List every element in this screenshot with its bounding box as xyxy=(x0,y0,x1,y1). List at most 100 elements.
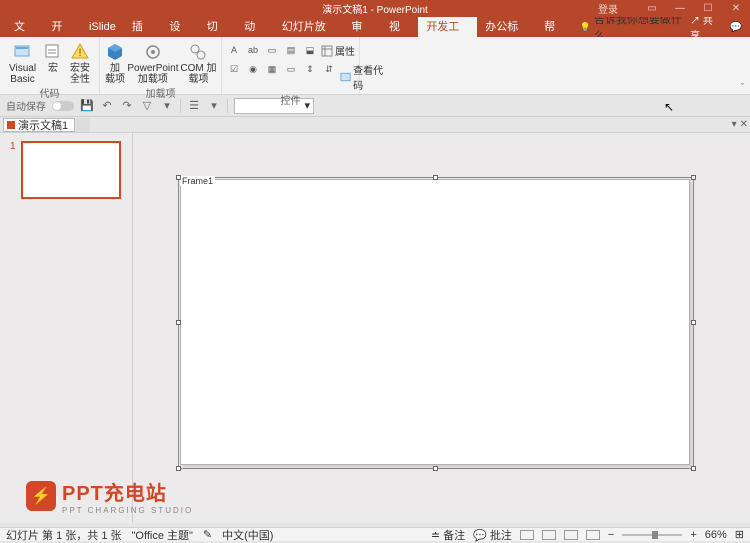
close-button[interactable]: ✕ xyxy=(722,0,750,17)
resize-handle[interactable] xyxy=(691,175,696,180)
tab-home[interactable]: 开始 xyxy=(43,17,80,37)
resize-handle[interactable] xyxy=(691,320,696,325)
doctab-dropdown-icon[interactable]: ▾ xyxy=(732,119,737,130)
title-bar: 演示文稿1 - PowerPoint 登录 ▭ — ☐ ✕ xyxy=(0,0,750,17)
status-language[interactable]: 中文(中国) xyxy=(222,527,273,543)
tab-design[interactable]: 设计 xyxy=(161,17,198,37)
tab-slideshow[interactable]: 幻灯片放映 xyxy=(274,17,344,37)
ppt-addins-button[interactable]: PowerPoint 加载项 xyxy=(128,39,178,85)
visual-basic-button[interactable]: Visual Basic xyxy=(4,39,41,85)
document-tab-label: 演示文稿1 xyxy=(18,117,68,133)
resize-handle[interactable] xyxy=(176,466,181,471)
macros-icon xyxy=(43,42,63,62)
svg-text:!: ! xyxy=(78,47,81,59)
tab-islide[interactable]: iSlide xyxy=(81,17,124,37)
com-addins-label: COM 加载项 xyxy=(180,63,217,85)
ctrl-toggle-icon[interactable]: ▦ xyxy=(264,62,280,76)
zoom-slider[interactable] xyxy=(622,534,682,536)
frame-control[interactable]: Frame1 xyxy=(178,177,694,469)
ctrl-list-icon[interactable]: ▤ xyxy=(283,43,299,57)
status-bar: 幻灯片 第 1 张，共 1 张 "Office 主题" ✎ 中文(中国) ≐ 备… xyxy=(0,527,750,541)
sorter-view-button[interactable] xyxy=(542,530,556,540)
reading-view-button[interactable] xyxy=(564,530,578,540)
properties-icon xyxy=(321,45,333,57)
properties-label: 属性 xyxy=(335,43,355,58)
normal-view-button[interactable] xyxy=(520,530,534,540)
ctrl-scroll-icon[interactable]: ⇕ xyxy=(302,62,318,76)
ctrl-checkbox-icon[interactable]: ☑ xyxy=(226,62,242,76)
comments-button[interactable]: 💬 xyxy=(730,22,742,33)
group-code-label: 代码 xyxy=(4,85,95,101)
doctab-close-icon[interactable]: ✕ xyxy=(740,119,748,130)
powerpoint-icon xyxy=(7,121,15,129)
comments-button[interactable]: 💬 批注 xyxy=(473,527,512,543)
gear-icon xyxy=(143,42,163,62)
zoom-in-button[interactable]: + xyxy=(690,529,696,541)
status-slide-info: 幻灯片 第 1 张，共 1 张 xyxy=(6,527,122,543)
zoom-level[interactable]: 66% xyxy=(705,529,727,541)
signin-button[interactable]: 登录 xyxy=(598,1,618,16)
collapse-ribbon-icon[interactable]: ˇ xyxy=(741,82,744,92)
ctrl-combo-icon[interactable]: ▭ xyxy=(264,43,280,57)
slide-panel[interactable]: 1 xyxy=(0,133,133,523)
gears-icon xyxy=(188,42,208,62)
resize-handle[interactable] xyxy=(691,466,696,471)
properties-button[interactable]: 属性 xyxy=(321,43,371,58)
ribbon-group-code: Visual Basic 宏 ! 宏安全性 代码 xyxy=(0,37,100,94)
document-tabs: 演示文稿1 ▾ ✕ xyxy=(0,117,750,133)
minimize-button[interactable]: — xyxy=(666,0,694,17)
slide-thumbnail-wrap: 1 xyxy=(10,141,122,199)
slide-thumbnail[interactable] xyxy=(21,141,121,199)
view-code-button[interactable]: 查看代码 xyxy=(340,62,390,92)
visual-basic-label: Visual Basic xyxy=(4,63,41,85)
visual-basic-icon xyxy=(13,42,33,62)
tab-view[interactable]: 视图 xyxy=(381,17,418,37)
ctrl-textbox-icon[interactable]: ab xyxy=(245,43,261,57)
slide-number: 1 xyxy=(10,141,16,199)
tab-help[interactable]: 帮助 xyxy=(536,17,573,37)
ctrl-spin-icon[interactable]: ⇵ xyxy=(321,62,337,76)
macros-label: 宏 xyxy=(48,63,58,74)
resize-handle[interactable] xyxy=(176,320,181,325)
comments-label: 批注 xyxy=(490,530,512,542)
resize-handle[interactable] xyxy=(433,175,438,180)
resize-handle[interactable] xyxy=(176,175,181,180)
maximize-button[interactable]: ☐ xyxy=(694,0,722,17)
ribbon: Visual Basic 宏 ! 宏安全性 代码 加 载项 PowerPoint… xyxy=(0,37,750,95)
watermark-subtitle: PPT CHARGING STUDIO xyxy=(62,506,193,515)
tab-insert[interactable]: 插入 xyxy=(124,17,161,37)
ribbon-options-icon[interactable]: ▭ xyxy=(638,0,666,17)
document-tab[interactable]: 演示文稿1 xyxy=(3,118,75,132)
window-title: 演示文稿1 - PowerPoint xyxy=(322,1,428,16)
com-addins-button[interactable]: COM 加载项 xyxy=(180,39,217,85)
spell-check-icon[interactable]: ✎ xyxy=(203,528,212,541)
tab-developer[interactable]: 开发工具 xyxy=(418,17,477,37)
macros-button[interactable]: 宏 xyxy=(43,39,63,74)
zoom-out-button[interactable]: − xyxy=(608,529,614,541)
fit-to-window-button[interactable]: ⊞ xyxy=(735,528,744,541)
macro-security-button[interactable]: ! 宏安全性 xyxy=(65,39,95,85)
addins-button[interactable]: 加 载项 xyxy=(104,39,126,85)
ctrl-label-icon[interactable]: A xyxy=(226,43,242,57)
tab-animations[interactable]: 动画 xyxy=(236,17,273,37)
slideshow-view-button[interactable] xyxy=(586,530,600,540)
slide-editor[interactable]: Frame1 xyxy=(133,133,750,523)
tab-transitions[interactable]: 切换 xyxy=(199,17,236,37)
slide-canvas[interactable]: Frame1 xyxy=(180,179,690,465)
cube-icon xyxy=(105,42,125,62)
new-tab-button[interactable] xyxy=(76,118,90,132)
tab-review[interactable]: 审阅 xyxy=(343,17,380,37)
ribbon-tabs: 文件 开始 iSlide 插入 设计 切换 动画 幻灯片放映 审阅 视图 开发工… xyxy=(0,17,750,37)
group-controls-label: 控件 xyxy=(226,92,355,108)
notes-button[interactable]: ≐ 备注 xyxy=(431,527,465,543)
ctrl-frame-icon[interactable]: ▭ xyxy=(283,62,299,76)
autosave-toggle[interactable] xyxy=(52,101,74,111)
ctrl-option-icon[interactable]: ◉ xyxy=(245,62,261,76)
macro-security-label: 宏安全性 xyxy=(65,63,95,85)
tab-file[interactable]: 文件 xyxy=(6,17,43,37)
warning-icon: ! xyxy=(70,42,90,62)
resize-handle[interactable] xyxy=(433,466,438,471)
tab-officetab[interactable]: 办公标签 xyxy=(477,17,536,37)
ctrl-dropdown-icon[interactable]: ⬓ xyxy=(302,43,318,57)
ribbon-group-controls: A ab ▭ ▤ ⬓ 属性 ☑ ◉ ▦ ▭ ⇕ ⇵ 查看代码 xyxy=(222,37,360,94)
